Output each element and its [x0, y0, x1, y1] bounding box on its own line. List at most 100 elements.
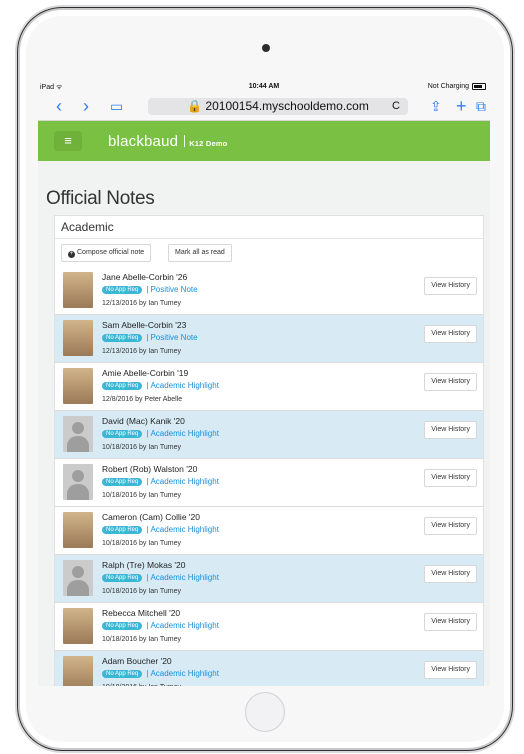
meta-separator: |	[146, 573, 149, 582]
compose-label: Compose official note	[77, 249, 145, 256]
url-text: 20100154.myschooldemo.com	[205, 99, 369, 113]
compose-note-button[interactable]: + Compose official note	[61, 244, 152, 262]
note-row[interactable]: Ralph (Tre) Mokas '20 No App Req | Academic…	[55, 555, 483, 603]
approval-badge: No App Req	[102, 286, 143, 294]
brand-name: blackbaud	[108, 133, 179, 150]
note-row[interactable]: Sam Abelle-Corbin '23 No App Req | Positive…	[55, 315, 483, 363]
student-name: Amie Abelle-Corbin '19	[102, 368, 189, 378]
approval-badge: No App Req	[102, 670, 143, 678]
browser-toolbar: ‹ › ▭ 🔒 20100154.myschooldemo.com C ⇪ + …	[38, 94, 490, 121]
note-type: Academic Highlight	[150, 429, 219, 438]
note-row[interactable]: Jane Abelle-Corbin '26 No App Req | Positiv…	[55, 267, 483, 315]
student-photo	[63, 368, 93, 404]
student-name: Adam Boucher '20	[102, 656, 172, 666]
note-date: 10/18/2016 by Ian Tumey	[102, 684, 181, 686]
note-meta: No App Req | Positive Note	[102, 333, 198, 342]
page-title: Official Notes	[46, 188, 155, 209]
approval-badge: No App Req	[102, 574, 143, 582]
view-history-button[interactable]: View History	[424, 325, 477, 343]
note-type: Academic Highlight	[150, 477, 219, 486]
view-history-button[interactable]: View History	[424, 373, 477, 391]
note-type: Academic Highlight	[150, 525, 219, 534]
note-date: 10/18/2016 by Ian Tumey	[102, 444, 181, 451]
student-photo	[63, 608, 93, 644]
approval-badge: No App Req	[102, 382, 143, 390]
battery-icon	[472, 83, 486, 90]
actions-bar: + Compose official note Mark all as read	[55, 239, 483, 268]
home-button[interactable]	[245, 692, 285, 732]
student-name: Rebecca Mitchell '20	[102, 608, 181, 618]
brand-product: K12 Demo	[189, 139, 228, 148]
note-date: 10/18/2016 by Ian Tumey	[102, 540, 181, 547]
notes-panel: Academic + Compose official note Mark all…	[54, 215, 484, 686]
meta-separator: |	[146, 285, 149, 294]
note-row[interactable]: Adam Boucher '20 No App Req | Academic High…	[55, 651, 483, 686]
note-type: Positive Note	[150, 333, 198, 342]
note-date: 10/18/2016 by Ian Tumey	[102, 492, 181, 499]
student-name: Ralph (Tre) Mokas '20	[102, 560, 186, 570]
note-meta: No App Req | Academic Highlight	[102, 573, 219, 582]
student-photo	[63, 512, 93, 548]
note-type: Academic Highlight	[150, 669, 219, 678]
share-icon[interactable]: ⇪	[430, 96, 442, 116]
meta-separator: |	[146, 333, 149, 342]
back-icon[interactable]: ‹	[56, 96, 62, 116]
note-meta: No App Req | Academic Highlight	[102, 525, 219, 534]
brand-logo: blackbaud K12 Demo	[108, 133, 227, 150]
note-date: 10/18/2016 by Ian Tumey	[102, 636, 181, 643]
view-history-button[interactable]: View History	[424, 469, 477, 487]
meta-separator: |	[146, 621, 149, 630]
note-meta: No App Req | Academic Highlight	[102, 381, 219, 390]
tabs-icon[interactable]: ⧉	[476, 96, 486, 116]
view-history-button[interactable]: View History	[424, 421, 477, 439]
menu-icon[interactable]: ≡	[54, 131, 82, 151]
view-history-button[interactable]: View History	[424, 277, 477, 295]
student-name: Jane Abelle-Corbin '26	[102, 272, 188, 282]
note-date: 12/13/2016 by Ian Tumey	[102, 300, 181, 307]
url-bar[interactable]: 🔒 20100154.myschooldemo.com C	[148, 98, 408, 115]
note-date: 12/13/2016 by Ian Tumey	[102, 348, 181, 355]
notes-list: Jane Abelle-Corbin '26 No App Req | Positiv…	[55, 267, 483, 686]
front-camera	[262, 44, 270, 52]
student-placeholder-icon	[63, 416, 93, 452]
app-header: ≡ blackbaud K12 Demo	[38, 121, 490, 161]
note-row[interactable]: Cameron (Cam) Collie '20 No App Req | Acade…	[55, 507, 483, 555]
section-title: Academic	[55, 216, 483, 239]
student-placeholder-icon	[63, 560, 93, 596]
student-placeholder-icon	[63, 464, 93, 500]
note-type: Academic Highlight	[150, 381, 219, 390]
new-tab-icon[interactable]: +	[456, 96, 467, 116]
mark-all-read-button[interactable]: Mark all as read	[168, 244, 232, 262]
approval-badge: No App Req	[102, 478, 143, 486]
status-time: 10:44 AM	[248, 83, 280, 90]
view-history-button[interactable]: View History	[424, 517, 477, 535]
student-name: Robert (Rob) Walston '20	[102, 464, 198, 474]
note-type: Positive Note	[150, 285, 198, 294]
note-date: 10/18/2016 by Ian Tumey	[102, 588, 181, 595]
approval-badge: No App Req	[102, 526, 143, 534]
meta-separator: |	[146, 669, 149, 678]
note-row[interactable]: David (Mac) Kanik '20 No App Req | Academic…	[55, 411, 483, 459]
forward-icon[interactable]: ›	[83, 96, 89, 116]
meta-separator: |	[146, 525, 149, 534]
note-date: 12/8/2016 by Peter Abelle	[102, 396, 183, 403]
reload-icon[interactable]: C	[392, 98, 400, 115]
student-photo	[63, 656, 93, 686]
note-type: Academic Highlight	[150, 621, 219, 630]
student-name: David (Mac) Kanik '20	[102, 416, 185, 426]
brand-divider	[184, 135, 186, 147]
view-history-button[interactable]: View History	[424, 661, 477, 679]
approval-badge: No App Req	[102, 334, 143, 342]
bookmarks-icon[interactable]: ▭	[110, 96, 123, 116]
meta-separator: |	[146, 381, 149, 390]
note-row[interactable]: Robert (Rob) Walston '20 No App Req | Acade…	[55, 459, 483, 507]
approval-badge: No App Req	[102, 430, 143, 438]
plus-icon: +	[68, 251, 75, 258]
note-meta: No App Req | Academic Highlight	[102, 669, 219, 678]
view-history-button[interactable]: View History	[424, 613, 477, 631]
note-meta: No App Req | Academic Highlight	[102, 477, 219, 486]
student-name: Sam Abelle-Corbin '23	[102, 320, 187, 330]
note-row[interactable]: Rebecca Mitchell '20 No App Req | Academic …	[55, 603, 483, 651]
view-history-button[interactable]: View History	[424, 565, 477, 583]
note-row[interactable]: Amie Abelle-Corbin '19 No App Req | Academi…	[55, 363, 483, 411]
